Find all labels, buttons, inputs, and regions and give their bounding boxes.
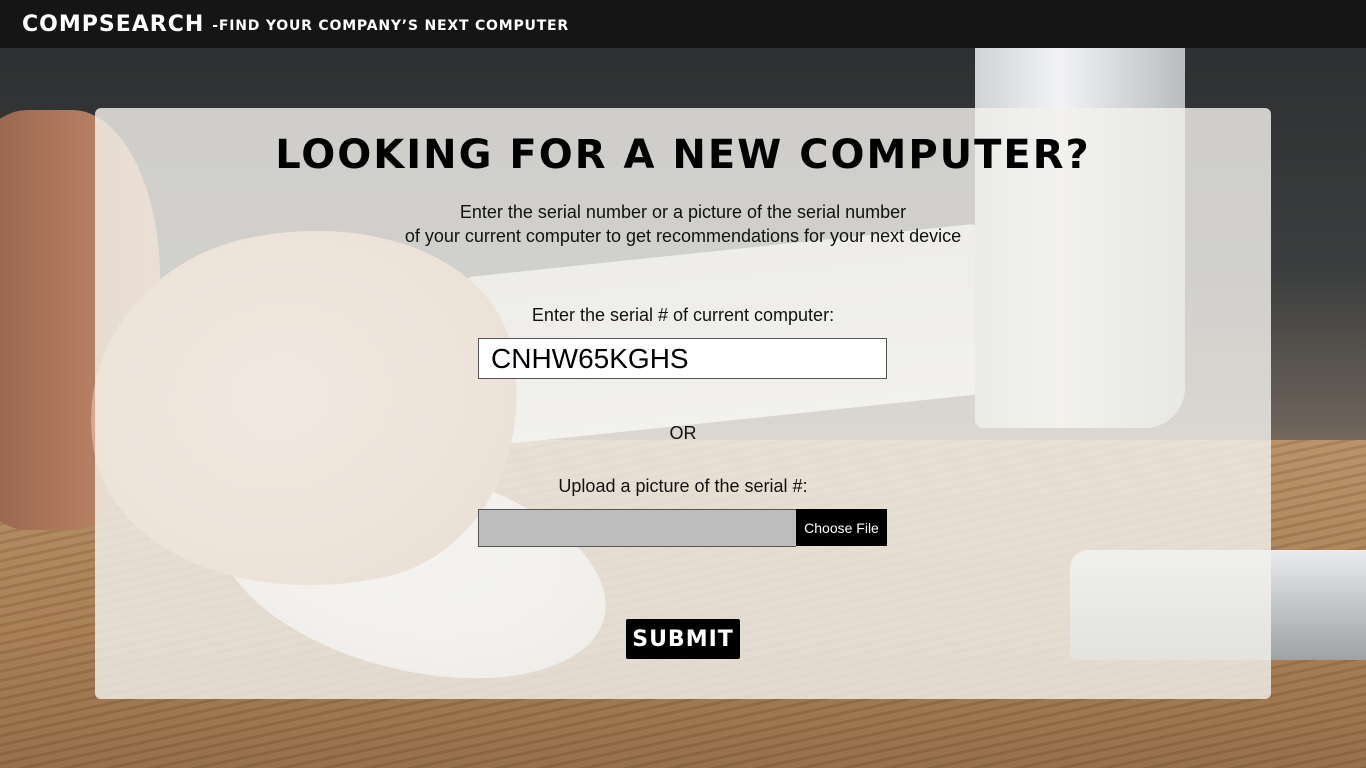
or-divider-text: OR [669, 423, 697, 443]
choose-file-button[interactable]: Choose File [796, 509, 887, 546]
submit-button[interactable]: SUBMIT [626, 619, 740, 659]
intro-line-2: of your current computer to get recommen… [404, 226, 962, 246]
intro-text: Enter the serial number or a picture of … [0, 200, 1366, 248]
form-layer: LOOKING FOR A NEW COMPUTER? Enter the se… [0, 0, 1366, 768]
intro-line-1: Enter the serial number or a picture of … [459, 202, 907, 222]
file-path-field[interactable] [478, 509, 796, 547]
serial-input[interactable] [478, 338, 887, 379]
page-title: LOOKING FOR A NEW COMPUTER? [275, 132, 1091, 178]
serial-label: Enter the serial # of current computer: [531, 305, 835, 325]
upload-label: Upload a picture of the serial #: [558, 476, 808, 496]
